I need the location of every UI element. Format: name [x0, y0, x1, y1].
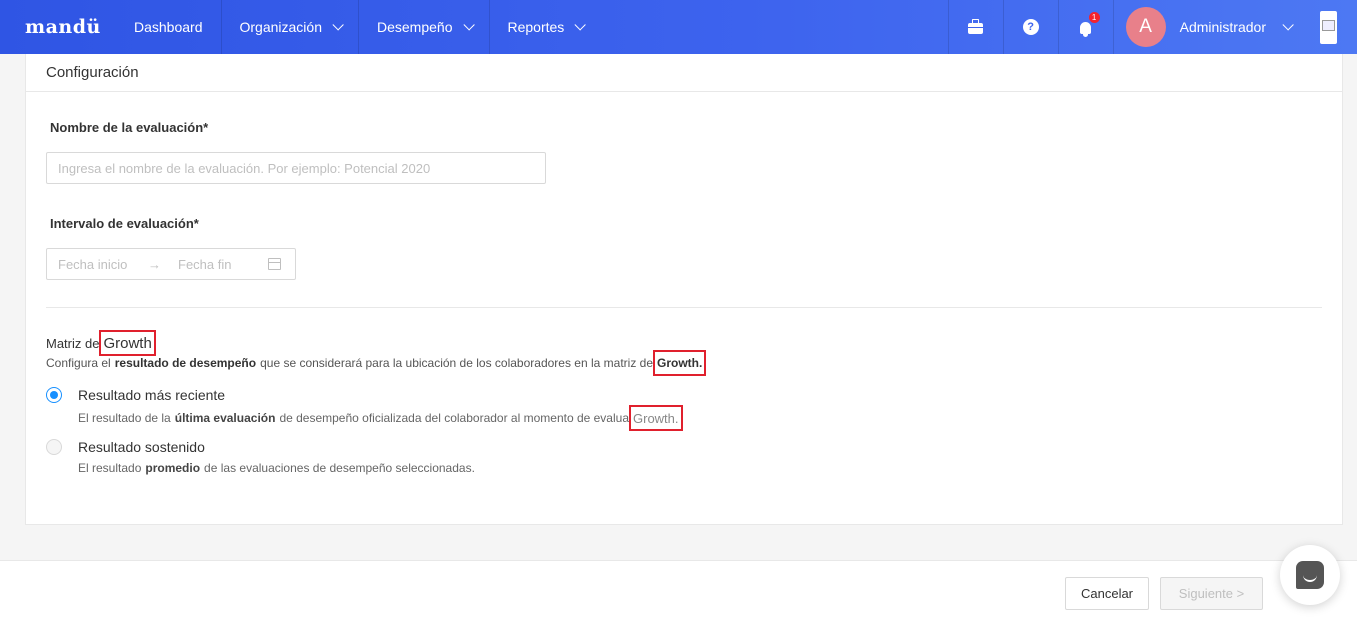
matrix-desc-text: que se considerará para la ubicación de … — [260, 356, 653, 370]
chat-icon — [1296, 561, 1324, 589]
divider — [46, 307, 1322, 308]
nav-item-dashboard[interactable]: Dashboard — [115, 0, 222, 54]
logo[interactable]: mandü — [25, 16, 115, 38]
bell-icon — [1080, 21, 1092, 37]
option-title[interactable]: Resultado más reciente — [78, 387, 225, 403]
end-date-input[interactable]: Fecha fin — [178, 257, 268, 272]
option-description: El resultado de la última evaluación de … — [78, 405, 683, 431]
option-desc-highlight: Growth. — [629, 405, 683, 431]
nav-item-organizacion[interactable]: Organización — [222, 0, 359, 54]
matrix-desc-highlight: Growth. — [653, 350, 707, 376]
matrix-description: Configura el resultado de desempeño que … — [46, 350, 707, 376]
interval-label: Intervalo de evaluación* — [50, 216, 199, 231]
chevron-down-icon — [462, 19, 475, 31]
chat-launcher[interactable] — [1280, 545, 1340, 605]
notifications-button[interactable]: 1 — [1057, 0, 1113, 54]
nav-item-desempeno[interactable]: Desempeño — [359, 0, 490, 54]
option-desc-text: de desempeño oficializada del colaborado… — [279, 411, 629, 425]
calendar-icon — [268, 258, 281, 270]
evaluation-name-input[interactable] — [46, 152, 546, 184]
chevron-down-icon — [332, 19, 344, 31]
chevron-down-icon — [1282, 19, 1294, 31]
card-title: Configuración — [26, 54, 1342, 92]
radio-resultado-reciente[interactable] — [46, 387, 62, 403]
date-range-picker[interactable]: Fecha inicio → Fecha fin — [46, 248, 296, 280]
matrix-desc-text: Configura el — [46, 356, 111, 370]
option-desc-bold: última evaluación — [174, 411, 276, 425]
nav-item-reportes[interactable]: Reportes — [490, 0, 601, 54]
user-name: Administrador — [1179, 19, 1266, 35]
matrix-desc-bold: resultado de desempeño — [114, 356, 257, 370]
option-desc-bold: promedio — [145, 461, 201, 475]
user-menu[interactable]: A Administrador — [1112, 0, 1306, 54]
start-date-input[interactable]: Fecha inicio — [58, 257, 148, 272]
option-description: El resultado promedio de las evaluacione… — [78, 461, 475, 475]
nav-item-label: Reportes — [507, 19, 565, 35]
arrow-right-icon: → — [148, 256, 161, 272]
broken-image-icon — [1320, 10, 1337, 44]
notification-badge: 1 — [1088, 12, 1100, 23]
nav-item-label: Desempeño — [377, 19, 453, 35]
avatar: A — [1125, 7, 1166, 47]
option-desc-text: El resultado — [78, 461, 142, 475]
chevron-down-icon — [574, 19, 587, 31]
cancel-button[interactable]: Cancelar — [1065, 577, 1149, 610]
option-desc-text: El resultado de la — [78, 411, 171, 425]
nav-item-label: Organización — [239, 19, 323, 35]
next-button[interactable]: Siguiente > — [1160, 577, 1263, 610]
matrix-title-prefix: Matriz de — [46, 335, 100, 351]
radio-resultado-sostenido[interactable] — [46, 439, 62, 455]
briefcase-icon — [968, 19, 984, 34]
briefcase-button[interactable] — [947, 0, 1003, 54]
help-icon: ? — [1022, 19, 1039, 35]
name-label: Nombre de la evaluación* — [50, 120, 209, 135]
help-button[interactable]: ? — [1002, 0, 1058, 54]
footer-bar: Cancelar Siguiente > — [0, 560, 1357, 620]
nav-item-label: Dashboard — [134, 19, 203, 35]
configuration-card: Configuración Nombre de la evaluación* I… — [25, 54, 1343, 525]
top-navbar: mandü Dashboard Organización Desempeño R… — [0, 0, 1357, 54]
option-desc-text: de las evaluaciones de desempeño selecci… — [204, 461, 475, 475]
option-title[interactable]: Resultado sostenido — [78, 439, 205, 455]
